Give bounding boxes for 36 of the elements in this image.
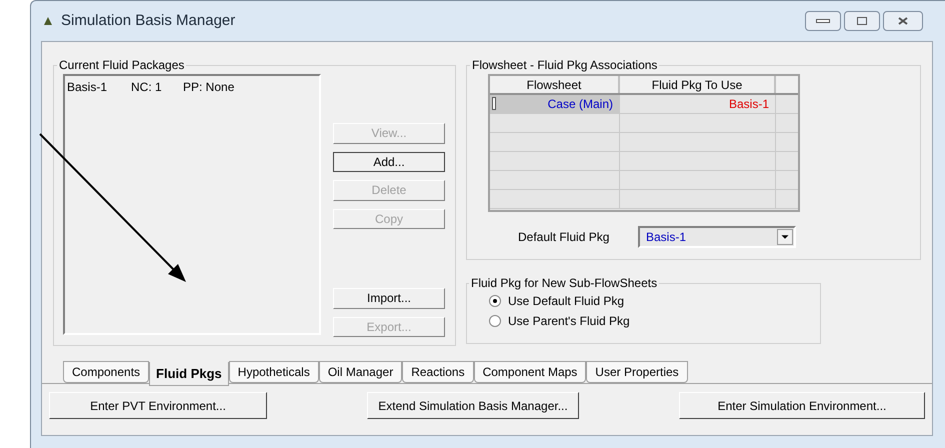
default-package-dropdown[interactable]: Basis-1 — [638, 226, 796, 248]
footer-button[interactable]: Enter Simulation Environment... — [679, 392, 925, 419]
tab[interactable]: Components — [63, 361, 150, 383]
group-title: Flowsheet - Fluid Pkg Associations — [471, 57, 658, 74]
component-count: NC: 1 — [131, 79, 163, 96]
property-package: PP: None — [183, 79, 234, 96]
radio-button[interactable] — [489, 315, 501, 327]
tab[interactable]: Component Maps — [474, 361, 586, 383]
row-cursor-icon — [492, 97, 496, 110]
fluid-package-list[interactable]: Basis-1 NC: 1 PP: None — [63, 74, 321, 335]
tab[interactable]: User Properties — [586, 361, 688, 383]
table-cell[interactable]: Case (Main) — [490, 95, 620, 113]
window-title: Simulation Basis Manager — [61, 10, 236, 31]
tab[interactable]: Reactions — [402, 361, 474, 383]
package-button[interactable]: Add... — [333, 152, 445, 172]
close-button[interactable] — [883, 11, 923, 31]
footer-button[interactable]: Extend Simulation Basis Manager... — [367, 392, 579, 419]
radio-button[interactable] — [489, 295, 501, 307]
minimize-button[interactable] — [805, 11, 841, 31]
radio-option[interactable]: Use Parent's Fluid Pkg — [489, 312, 820, 330]
group-title: Current Fluid Packages — [58, 57, 186, 74]
tab[interactable]: Oil Manager — [318, 361, 402, 383]
package-button[interactable]: Import... — [333, 288, 445, 308]
app-icon — [43, 16, 53, 26]
maximize-button[interactable] — [844, 11, 880, 31]
radio-option[interactable]: Use Default Fluid Pkg — [489, 292, 820, 310]
tab[interactable]: Hypotheticals — [228, 361, 319, 383]
column-header[interactable]: Fluid Pkg To Use — [620, 76, 776, 93]
tab[interactable]: Fluid Pkgs — [149, 362, 229, 386]
close-icon — [897, 16, 909, 26]
group-title: Fluid Pkg for New Sub-FlowSheets — [470, 275, 658, 292]
column-header[interactable]: Flowsheet — [490, 76, 620, 93]
field-label: Default Fluid Pkg — [518, 229, 610, 246]
footer-button[interactable]: Enter PVT Environment... — [49, 392, 267, 419]
package-name: Basis-1 — [67, 79, 108, 96]
table-cell[interactable]: Basis-1 — [620, 95, 776, 113]
